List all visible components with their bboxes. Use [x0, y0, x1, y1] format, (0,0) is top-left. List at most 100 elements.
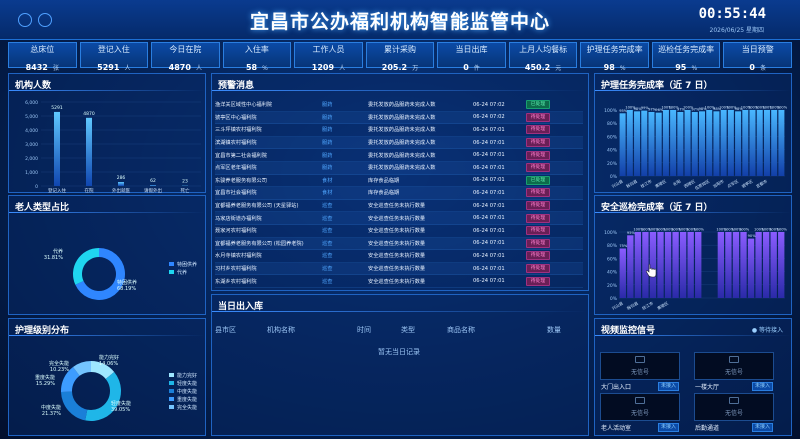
- outbound-panel: 当日出入库: [211, 294, 589, 436]
- warning-row[interactable]: 滨湖镇农村福利院 服药 委托发放药品服药未完成人数 06-24 07:01 待处理: [215, 136, 583, 150]
- legend-label: 代养: [177, 269, 187, 276]
- no-signal-text: 无信号: [724, 410, 743, 417]
- bar: [770, 232, 777, 298]
- warning-time: 06-24 07:01: [473, 252, 505, 259]
- legend-swatch: [169, 405, 174, 409]
- y-tick-label: 0%: [610, 296, 618, 302]
- warning-row[interactable]: 东湖乡农村福利院 巡查 安全巡查任务未执行数量 06-24 07:01 待处理: [215, 275, 583, 288]
- warning-row[interactable]: 马家店街道办福利院 巡查 安全巡查任务未执行数量 06-24 07:01 待处理: [215, 212, 583, 225]
- warning-row[interactable]: 水月寺镇农村福利院 巡查 安全巡查任务未执行数量 06-24 07:01 待处理: [215, 250, 583, 263]
- warning-type: 服药: [322, 127, 333, 134]
- warning-row[interactable]: 宜昌市社会福利院 食材 库存食品临期 06-24 07:01 待处理: [215, 187, 583, 200]
- x-tick-label: 请假外出: [144, 187, 162, 194]
- status-badge[interactable]: 待处理: [525, 251, 551, 261]
- status-badge[interactable]: 待处理: [525, 264, 551, 274]
- stat-label: 入住率: [244, 45, 269, 54]
- stat-unit: %: [262, 65, 268, 72]
- camera-icon: [635, 397, 645, 404]
- status-badge[interactable]: 待处理: [525, 188, 551, 198]
- bar: [695, 232, 702, 298]
- status-badge[interactable]: 待处理: [525, 226, 551, 236]
- status-badge[interactable]: 待处理: [525, 150, 551, 160]
- y-tick-label: 4,000: [25, 128, 38, 134]
- y-tick-label: 40%: [607, 270, 618, 276]
- stats-bar: 总床位 8432 张 登记入住 5291 人 今日在院 4870 人 入住率 58 % 工作人员…: [8, 42, 793, 72]
- connect-button[interactable]: 未接入: [752, 382, 774, 391]
- status-badge[interactable]: 已处理: [525, 100, 551, 110]
- video-feed[interactable]: 无信号: [694, 393, 774, 421]
- y-tick-label: 0: [35, 184, 38, 190]
- warning-desc: 安全巡查任务未执行数量: [368, 278, 426, 285]
- slice-label: 重度失能: [35, 374, 55, 381]
- connect-button[interactable]: 未接入: [658, 382, 680, 391]
- slice-label: 中度失能: [41, 404, 61, 411]
- warning-row[interactable]: 猇亭区中心福利院 服药 委托发放药品服药未完成人数 06-24 07:02 待处理: [215, 111, 583, 125]
- warning-row[interactable]: 渔洋关区域性中心福利院 服药 委托发放药品服药未完成人数 06-24 07:02 已处理: [215, 99, 583, 112]
- connect-button[interactable]: 未接入: [752, 423, 774, 432]
- status-badge[interactable]: 待处理: [525, 125, 551, 135]
- video-label: 后勤通道: [695, 425, 720, 432]
- header-bar: 宜昌市公办福利机构智能监管中心 00:55:44 2026/06/25 星期四: [0, 0, 800, 40]
- stat-value: 58: [245, 63, 258, 72]
- slice-value: 14.06%: [99, 361, 118, 367]
- status-badge[interactable]: 待处理: [525, 213, 551, 223]
- warning-row[interactable]: 聂家河农村福利院 巡查 安全巡查任务未执行数量 06-24 07:01 待处理: [215, 225, 583, 238]
- pie-slice: [85, 371, 122, 421]
- bar: [634, 232, 642, 298]
- video-status: ● 等待接入: [751, 327, 783, 334]
- warning-time: 06-24 07:01: [473, 278, 505, 285]
- care-level-panel: 护理级别分布 能力完好 14.06% 轻度失能 39.05% 中度失能 21.37% 重度失…: [8, 318, 206, 436]
- bar: [619, 113, 626, 176]
- stat-label: 今日在院: [169, 45, 202, 54]
- warning-row[interactable]: 宜都福养老服务有限公司 (天星驿站) 巡查 安全巡查任务未执行数量 06-24 07:…: [215, 200, 583, 213]
- legend-label: 能力完好: [177, 372, 197, 379]
- warning-type: 巡查: [322, 228, 333, 235]
- empty-message: 暂无当日记录: [378, 348, 420, 356]
- warning-list[interactable]: 渔洋关区域性中心福利院 服药 委托发放药品服药未完成人数 06-24 07:02 已处理…: [215, 99, 583, 289]
- x-tick-label: 在院: [85, 187, 94, 194]
- x-tick-label: 登记入住: [48, 187, 66, 194]
- legend-label: 特困供养: [177, 261, 197, 268]
- data-label: 100%: [694, 228, 705, 232]
- warning-row[interactable]: 宜都福养老服务有限公司 (松园养老院) 巡查 安全巡查任务未执行数量 06-24 07…: [215, 237, 583, 251]
- status-badge[interactable]: 待处理: [525, 238, 551, 248]
- warning-row[interactable]: 东骏养老服务有限公司 食材 库存食品临期 06-24 07:01 已处理: [215, 175, 583, 188]
- data-label: 4870: [83, 111, 95, 117]
- connect-button[interactable]: 未接入: [658, 423, 680, 432]
- warning-type: 服药: [322, 140, 333, 147]
- warning-time: 06-24 07:01: [473, 152, 505, 159]
- warning-org: 聂家河农村福利院: [215, 228, 257, 235]
- warning-row[interactable]: 三斗坪镇农村福利院 服药 委托发放药品服药未完成人数 06-24 07:01 待处理: [215, 124, 583, 137]
- legend-label: 完全失能: [177, 404, 197, 411]
- y-tick-label: 20%: [607, 283, 618, 289]
- stat-value: 8432: [25, 63, 48, 72]
- status-badge[interactable]: 待处理: [525, 112, 551, 122]
- warning-time: 06-24 07:02: [473, 114, 505, 121]
- warning-row[interactable]: 点军区老年福利院 服药 委托发放药品服药未完成人数 06-24 07:01 待处理: [215, 161, 583, 175]
- status-badge[interactable]: 待处理: [525, 163, 551, 173]
- stat-unit: 万: [412, 65, 419, 72]
- stat-card: 登记入住 5291 人: [79, 42, 149, 72]
- video-feed[interactable]: 无信号: [600, 352, 680, 380]
- video-feed[interactable]: 无信号: [694, 352, 774, 380]
- warning-type: 巡查: [322, 253, 333, 260]
- warning-desc: 安全巡查任务未执行数量: [368, 240, 426, 247]
- status-badge[interactable]: 待处理: [525, 201, 551, 211]
- warning-desc: 委托发放药品服药未完成人数: [368, 140, 436, 147]
- status-badge[interactable]: 待处理: [525, 276, 551, 286]
- status-badge[interactable]: 待处理: [525, 138, 551, 148]
- x-tick-label: 死亡: [181, 187, 190, 194]
- slice-label: 代养: [53, 248, 63, 255]
- column-header: 县市区: [215, 326, 236, 334]
- bar: [732, 232, 740, 298]
- legend-label: 重度失能: [177, 396, 197, 403]
- video-feed[interactable]: 无信号: [600, 393, 680, 421]
- data-label: 90%: [748, 234, 757, 238]
- date-label: 2026/06/25 星期四: [709, 27, 765, 34]
- warning-row[interactable]: 习村乡农村福利院 巡查 安全巡查任务未执行数量 06-24 07:01 待处理: [215, 262, 583, 276]
- y-tick-label: 3,000: [25, 142, 38, 148]
- warning-row[interactable]: 宜昌市第二社会福利院 服药 委托发放药品服药未完成人数 06-24 07:01 待处理: [215, 149, 583, 162]
- status-badge[interactable]: 已处理: [525, 175, 551, 185]
- warning-org: 宜都福养老服务有限公司 (松园养老院): [215, 240, 304, 247]
- warning-type: 巡查: [322, 215, 333, 222]
